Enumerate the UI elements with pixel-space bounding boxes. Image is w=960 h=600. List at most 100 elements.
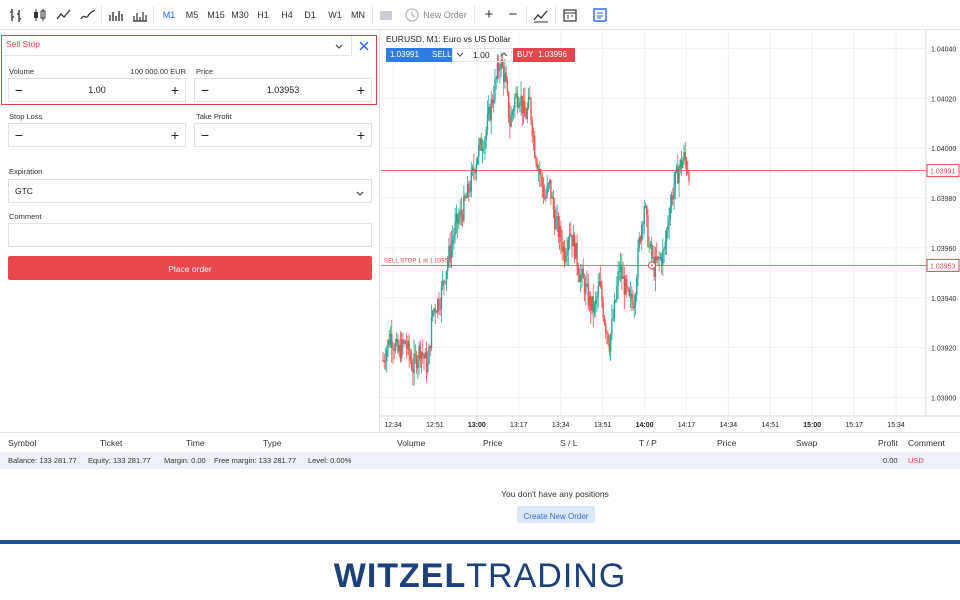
timeframe-h1[interactable]: H1 [255,6,271,24]
area-chart-icon[interactable] [80,6,96,24]
time-tick-label: 14:00 [636,422,654,429]
zoom-out-icon[interactable]: − [506,6,520,24]
lot-value[interactable]: 1.00 [473,50,490,60]
place-order-button[interactable]: Place order [8,256,372,280]
timeframe-m15[interactable]: M15 [206,6,226,24]
col-sl[interactable]: S / L [560,438,577,448]
timeframe-h4[interactable]: H4 [278,6,296,24]
timeframe-d1[interactable]: D1 [302,6,318,24]
candle-body [384,361,387,363]
candle-body [489,107,491,121]
candle-body [427,364,429,373]
col-symbol[interactable]: Symbol [8,438,36,448]
close-icon[interactable] [351,36,376,56]
chart-area[interactable]: 1.04040 1.04020 1.04000 1.03980 1.03960 1.039… [381,30,960,432]
chevron-up-icon[interactable] [500,50,508,60]
lot-stepper[interactable]: 1.00 [452,48,512,62]
col-volume[interactable]: Volume [397,438,425,448]
timeframe-mn[interactable]: MN [349,6,367,24]
one-click-trading-icon[interactable] [378,6,394,24]
col-profit[interactable]: Profit [878,438,898,448]
candle-body [637,247,639,279]
col-time[interactable]: Time [186,438,205,448]
volume-stepper[interactable]: − 1.00 + [8,78,186,102]
candle-body [607,333,609,344]
candle-body [657,256,659,261]
take-profit-plus-button[interactable]: + [351,124,371,146]
candle-body [476,156,479,165]
candle-body [658,256,660,259]
volume-icon[interactable] [108,6,124,24]
price-tick-label: 1.04040 [931,46,956,53]
timeframe-w1[interactable]: W1 [326,6,344,24]
order-type-select[interactable]: Sell Stop [2,36,350,56]
stop-loss-stepper[interactable]: − + [8,123,186,147]
col-price[interactable]: Price [483,438,502,448]
free-margin-text: Free margin: 133 281.77 [214,456,297,465]
col-current-price[interactable]: Price [717,438,736,448]
col-ticket[interactable]: Ticket [100,438,122,448]
expiration-select[interactable]: GTC [8,179,372,203]
stop-loss-plus-button[interactable]: + [165,124,185,146]
col-swap[interactable]: Swap [796,438,817,448]
stop-loss-minus-button[interactable]: − [9,124,29,146]
candle-body [626,278,628,288]
candle-body [494,79,496,100]
line-chart-icon[interactable] [56,6,72,24]
candle-body [512,108,515,112]
candle-body [669,206,672,220]
volume-plus-button[interactable]: + [165,79,185,101]
candle-body [670,195,673,207]
new-order-button[interactable]: New Order [423,6,467,24]
candle-body [519,102,521,106]
candle-body [388,339,390,346]
volume-value[interactable]: 1.00 [29,79,165,101]
volume-minus-button[interactable]: − [9,79,29,101]
candle-body [459,210,461,219]
brand-footer: WITZELTRADING [0,540,960,600]
timeframe-m30[interactable]: M30 [229,6,251,24]
candle-body [568,233,571,240]
indicators-icon[interactable] [533,6,549,24]
candle-body [520,95,522,103]
candle-body [587,283,589,306]
take-profit-stepper[interactable]: − + [194,123,372,147]
buy-button[interactable]: BUY 1.03996 [513,48,575,62]
zoom-in-icon[interactable]: + [482,6,496,24]
sell-price: 1.03991 [390,50,419,59]
tick-volume-icon[interactable] [132,6,148,24]
time-tick-label: 14:34 [720,422,738,429]
candle-body [480,138,482,151]
candle-body [599,281,602,287]
time-tick-label: 13:51 [594,422,612,429]
take-profit-minus-button[interactable]: − [195,124,215,146]
candle-body [542,186,545,198]
col-tp[interactable]: T / P [639,438,657,448]
candle-body [389,333,392,346]
create-new-order-label: Create New Order [523,512,589,521]
price-plus-button[interactable]: + [351,79,371,101]
candlestick-icon[interactable] [32,6,48,24]
col-comment[interactable]: Comment [908,438,945,448]
price-value[interactable]: 1.03953 [215,79,351,101]
col-type[interactable]: Type [263,438,281,448]
price-minus-button[interactable]: − [195,79,215,101]
bar-chart-icon[interactable] [8,6,24,24]
sell-button[interactable]: 1.03991 SELL [386,48,452,62]
chevron-down-icon [334,39,344,57]
price-chart[interactable]: 1.04040 1.04020 1.04000 1.03980 1.03960 1.039… [381,30,960,432]
chevron-down-icon[interactable] [456,51,464,61]
calendar-icon[interactable] [562,6,578,24]
price-stepper[interactable]: − 1.03953 + [194,78,372,102]
comment-input[interactable] [8,223,372,247]
candle-body [435,312,438,314]
candle-body [576,242,578,267]
timeframe-m5[interactable]: M5 [183,6,201,24]
candle-body [425,352,428,373]
timeframe-m1[interactable]: M1 [160,6,178,24]
candle-body [623,276,626,295]
trade-panel-icon[interactable] [592,6,608,24]
brand-logo: WITZELTRADING [0,556,960,596]
candle-body [418,345,420,361]
create-new-order-button[interactable]: Create New Order [517,506,595,523]
